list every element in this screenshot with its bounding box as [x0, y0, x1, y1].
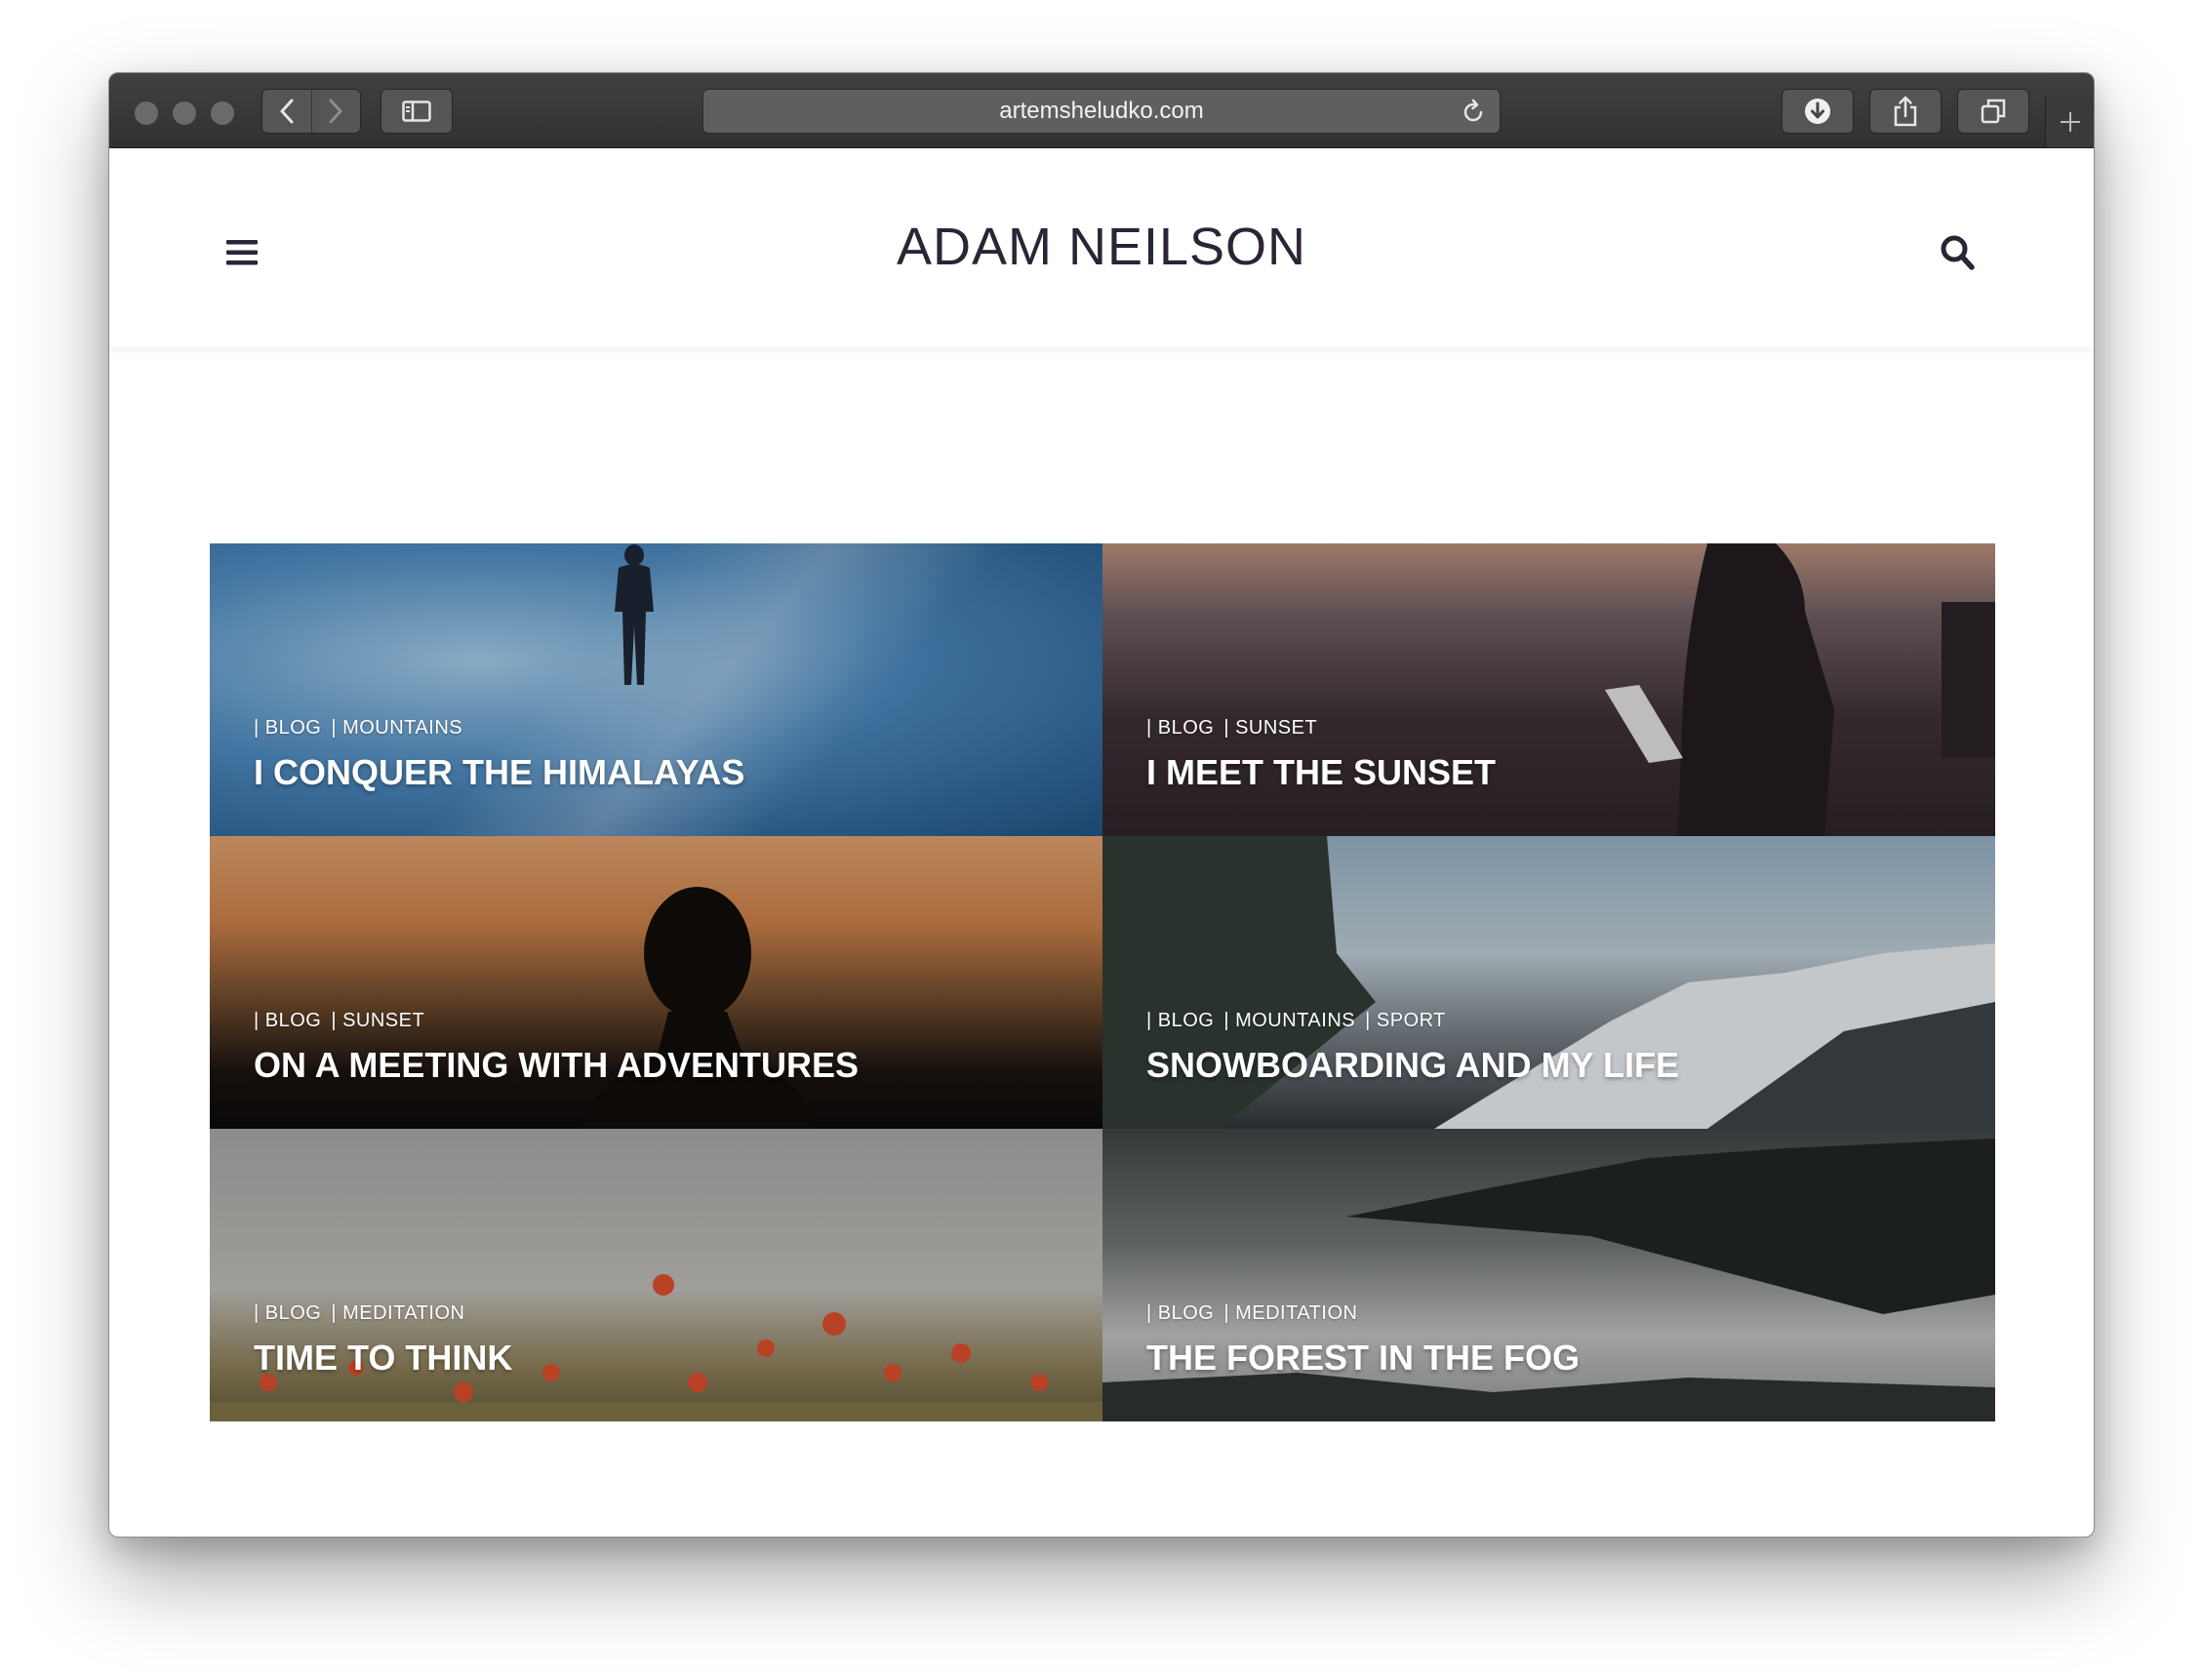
site-title[interactable]: ADAM NEILSON — [109, 217, 2094, 277]
post-card[interactable]: | BLOG | SUNSET I MEET THE SUNSET — [1102, 543, 1995, 836]
tag-link[interactable]: | BLOG — [254, 717, 321, 739]
minimize-window-button[interactable] — [173, 101, 196, 125]
reload-icon[interactable] — [1461, 99, 1486, 126]
navigation-buttons — [261, 89, 361, 134]
forward-button[interactable] — [310, 90, 361, 133]
post-grid: | BLOG | MOUNTAINS I CONQUER THE HIMALAYA… — [210, 543, 1995, 1421]
close-window-button[interactable] — [135, 101, 158, 125]
tag-link[interactable]: | BLOG — [1146, 717, 1214, 739]
tag-link[interactable]: | MEDITATION — [1223, 1302, 1357, 1324]
post-title[interactable]: I CONQUER THE HIMALAYAS — [254, 752, 744, 793]
sidebar-toggle-button[interactable] — [381, 89, 453, 134]
address-bar[interactable]: artemsheludko.com — [702, 89, 1501, 134]
browser-window: artemsheludko.com ADAM NEILSON | BLOG | M… — [108, 72, 2095, 1538]
post-tags: | BLOG | MEDITATION — [1146, 1302, 1367, 1325]
download-icon — [1805, 99, 1830, 124]
post-title[interactable]: TIME TO THINK — [254, 1338, 512, 1379]
post-title[interactable]: SNOWBOARDING AND MY LIFE — [1146, 1045, 1679, 1086]
site-header: ADAM NEILSON — [109, 148, 2094, 347]
tag-link[interactable]: | BLOG — [254, 1010, 321, 1031]
tag-link[interactable]: | SUNSET — [1223, 717, 1317, 739]
tag-link[interactable]: | MOUNTAINS — [331, 717, 462, 739]
post-card[interactable]: | BLOG | MEDITATION THE FOREST IN THE FOG — [1102, 1129, 1995, 1421]
chevron-right-icon — [329, 99, 342, 124]
post-title[interactable]: THE FOREST IN THE FOG — [1146, 1338, 1580, 1379]
new-tab-button[interactable] — [2045, 97, 2094, 147]
tag-link[interactable]: | BLOG — [1146, 1302, 1214, 1324]
show-tabs-button[interactable] — [1957, 89, 2029, 134]
tag-link[interactable]: | MOUNTAINS — [1223, 1010, 1355, 1031]
post-tags: | BLOG | MOUNTAINS | SPORT — [1146, 1010, 1456, 1032]
tag-link[interactable]: | SPORT — [1365, 1010, 1446, 1031]
post-card[interactable]: | BLOG | MOUNTAINS | SPORT SNOWBOARDING AN… — [1102, 836, 1995, 1129]
tag-link[interactable]: | BLOG — [254, 1302, 321, 1324]
share-button[interactable] — [1869, 89, 1942, 134]
back-button[interactable] — [262, 90, 311, 133]
post-tags: | BLOG | SUNSET — [254, 1010, 434, 1032]
share-icon — [1894, 96, 1917, 127]
post-card[interactable]: | BLOG | MOUNTAINS I CONQUER THE HIMALAYA… — [210, 543, 1102, 836]
url-text: artemsheludko.com — [999, 98, 1204, 124]
tabs-icon — [1981, 99, 2006, 124]
maximize-window-button[interactable] — [211, 101, 234, 125]
tag-link[interactable]: | BLOG — [1146, 1010, 1214, 1031]
chevron-left-icon — [280, 99, 294, 124]
post-tags: | BLOG | MEDITATION — [254, 1302, 474, 1325]
sidebar-icon — [402, 100, 431, 122]
downloads-button[interactable] — [1782, 89, 1854, 134]
tag-link[interactable]: | SUNSET — [331, 1010, 424, 1031]
search-icon[interactable] — [1940, 234, 1975, 271]
plus-icon — [2061, 112, 2080, 132]
tag-link[interactable]: | MEDITATION — [331, 1302, 464, 1324]
post-card[interactable]: | BLOG | SUNSET ON A MEETING WITH ADVENTU… — [210, 836, 1102, 1129]
post-title[interactable]: I MEET THE SUNSET — [1146, 752, 1496, 793]
post-card[interactable]: | BLOG | MEDITATION TIME TO THINK — [210, 1129, 1102, 1421]
post-tags: | BLOG | SUNSET — [1146, 717, 1327, 740]
post-tags: | BLOG | MOUNTAINS — [254, 717, 472, 740]
post-title[interactable]: ON A MEETING WITH ADVENTURES — [254, 1045, 859, 1086]
browser-toolbar: artemsheludko.com — [109, 73, 2094, 148]
